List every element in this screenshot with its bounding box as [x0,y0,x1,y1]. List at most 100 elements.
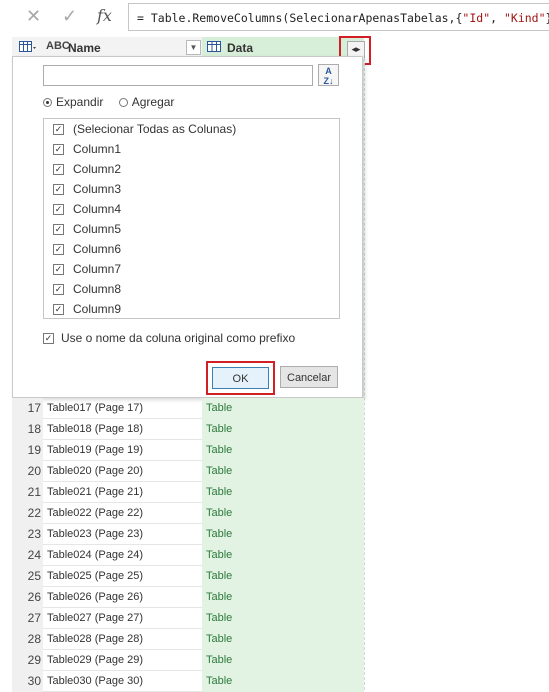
name-cell[interactable]: Table026 (Page 26) [47,587,143,608]
column-option-checkbox[interactable]: ✓ [53,203,64,215]
row-number[interactable]: 25 [12,566,43,587]
close-icon[interactable]: ✕ [26,6,41,27]
data-cell-link[interactable]: Table [202,671,364,692]
row-number[interactable]: 21 [12,482,43,503]
row-number[interactable]: 23 [12,524,43,545]
row-number[interactable]: 27 [12,608,43,629]
column-option-label: (Selecionar Todas as Colunas) [73,122,237,136]
name-cell[interactable]: Table019 (Page 19) [47,440,143,461]
row-number[interactable]: 18 [12,419,43,440]
check-icon[interactable]: ✓ [62,6,77,27]
column-option[interactable]: ✓ Column1 [44,139,339,159]
row-number[interactable]: 30 [12,671,43,692]
column-option-checkbox[interactable]: ✓ [53,263,64,275]
column-option[interactable]: ✓ Column3 [44,179,339,199]
row-number[interactable]: 22 [12,503,43,524]
row-number[interactable]: 24 [12,545,43,566]
column-option-label: Column8 [73,282,122,296]
table-row: 27 Table027 (Page 27) Table [12,608,364,629]
column-option-label: Column3 [73,182,122,196]
radio-aggregate-dot[interactable] [118,97,128,107]
row-number[interactable]: 20 [12,461,43,482]
radio-aggregate[interactable]: Agregar [118,95,174,109]
table-row: 24 Table024 (Page 24) Table [12,545,364,566]
column-option[interactable]: ✓ Column6 [44,239,339,259]
column-option-checkbox[interactable]: ✓ [53,183,64,195]
data-cell-link[interactable]: Table [202,461,364,482]
data-cell-link[interactable]: Table [202,419,364,440]
name-cell[interactable]: Table025 (Page 25) [47,566,143,587]
radio-expand-dot[interactable] [43,97,52,107]
data-cell-link[interactable]: Table [202,566,364,587]
row-number[interactable]: 26 [12,587,43,608]
column-option-checkbox[interactable]: ✓ [53,123,64,135]
name-cell[interactable]: Table017 (Page 17) [47,398,143,419]
sort-button[interactable]: A Z↓ [318,64,339,86]
name-cell[interactable]: Table021 (Page 21) [47,482,143,503]
fx-icon[interactable]: fx [97,6,112,25]
table-row: 20 Table020 (Page 20) Table [12,461,364,482]
column-option[interactable]: ✓ (Selecionar Todas as Colunas) [44,119,339,139]
row-number[interactable]: 17 [12,398,43,419]
data-column-label: Data [227,41,254,55]
data-cell-link[interactable]: Table [202,545,364,566]
column-option-checkbox[interactable]: ✓ [53,223,64,235]
name-cell[interactable]: Table030 (Page 30) [47,671,143,692]
data-cell-link[interactable]: Table [202,524,364,545]
prefix-option[interactable]: ✓ Use o nome da coluna original como pre… [43,331,295,345]
cancel-button[interactable]: Cancelar [280,366,338,388]
table-row: 19 Table019 (Page 19) Table [12,440,364,461]
column-search-input[interactable] [43,65,313,86]
name-cell[interactable]: Table024 (Page 24) [47,545,143,566]
row-number[interactable]: 28 [12,629,43,650]
formula-string-id: "Id" [462,11,491,25]
data-cell-link[interactable]: Table [202,440,364,461]
name-cell[interactable]: Table028 (Page 28) [47,629,143,650]
column-option[interactable]: ✓ Column8 [44,279,339,299]
data-cell-link[interactable]: Table [202,398,364,419]
data-cell-link[interactable]: Table [202,650,364,671]
table-menu-icon[interactable] [19,41,37,56]
data-cell-link[interactable]: Table [202,629,364,650]
table-type-icon [207,41,221,56]
formula-separator: , [490,11,504,25]
table-row: 21 Table021 (Page 21) Table [12,482,364,503]
data-cell-link[interactable]: Table [202,482,364,503]
row-number[interactable]: 19 [12,440,43,461]
column-option[interactable]: ✓ Column2 [44,159,339,179]
data-grid: 17 Table017 (Page 17) Table 18 Table018 (Pag… [12,398,364,692]
text-type-icon[interactable]: ABC [46,40,70,52]
column-option-checkbox[interactable]: ✓ [53,303,64,315]
filter-dropdown-icon[interactable]: ▼ [186,40,201,55]
radio-expand[interactable]: Expandir [43,95,103,109]
table-row: 30 Table030 (Page 30) Table [12,671,364,692]
column-checkbox-list: ✓ (Selecionar Todas as Colunas) ✓ Column1 ✓ C… [43,118,340,319]
column-option-checkbox[interactable]: ✓ [53,283,64,295]
table-row: 22 Table022 (Page 22) Table [12,503,364,524]
column-option[interactable]: ✓ Column9 [44,299,339,318]
column-option-checkbox[interactable]: ✓ [53,143,64,155]
data-cell-link[interactable]: Table [202,587,364,608]
name-cell[interactable]: Table027 (Page 27) [47,608,143,629]
name-cell[interactable]: Table020 (Page 20) [47,461,143,482]
column-option[interactable]: ✓ Column4 [44,199,339,219]
column-option[interactable]: ✓ Column7 [44,259,339,279]
name-cell[interactable]: Table018 (Page 18) [47,419,143,440]
column-option-checkbox[interactable]: ✓ [53,163,64,175]
column-option[interactable]: ✓ Column5 [44,219,339,239]
formula-bar: ✕ ✓ fx = Table.RemoveColumns(SelecionarA… [0,0,549,37]
data-cell-link[interactable]: Table [202,503,364,524]
name-cell[interactable]: Table029 (Page 29) [47,650,143,671]
column-option-checkbox[interactable]: ✓ [53,243,64,255]
name-cell[interactable]: Table023 (Page 23) [47,524,143,545]
prefix-checkbox[interactable]: ✓ [43,332,54,344]
row-number[interactable]: 29 [12,650,43,671]
table-row: 28 Table028 (Page 28) Table [12,629,364,650]
table-row: 17 Table017 (Page 17) Table [12,398,364,419]
name-cell[interactable]: Table022 (Page 22) [47,503,143,524]
column-option-label: Column9 [73,302,122,316]
ok-button[interactable]: OK [212,367,269,389]
data-cell-link[interactable]: Table [202,608,364,629]
formula-input[interactable]: = Table.RemoveColumns(SelecionarApenasTa… [128,3,549,31]
ok-highlight: OK [206,361,275,395]
